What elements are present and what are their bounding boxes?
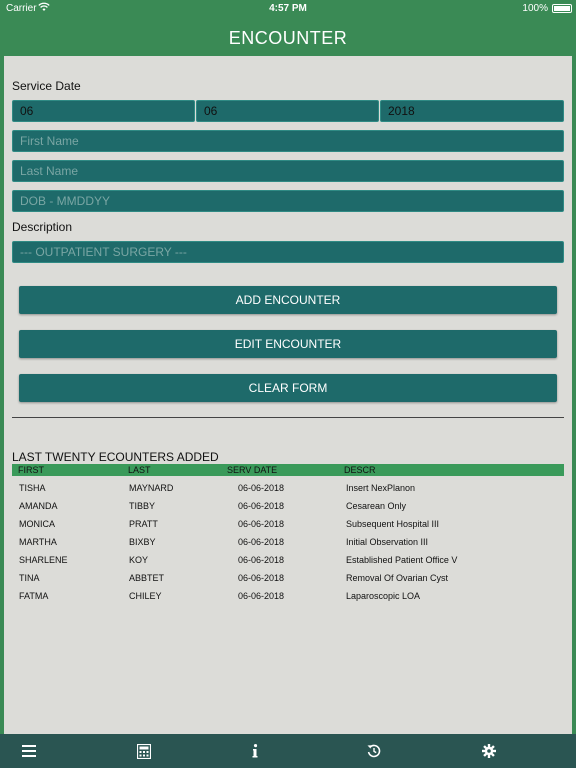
cell-descr: Insert NexPlanon	[346, 483, 416, 493]
main-content: Service Date 06 06 2018 First Name Last …	[4, 56, 572, 734]
cell-last: TIBBY	[129, 501, 156, 511]
cell-serv-date: 06-06-2018	[238, 573, 285, 583]
cell-first: AMANDA	[19, 501, 58, 511]
cell-serv-date: 06-06-2018	[238, 537, 285, 547]
clear-form-button[interactable]: CLEAR FORM	[19, 374, 557, 402]
battery-icon	[552, 4, 572, 13]
table-row[interactable]: MONICA PRATT 06-06-2018 Subsequent Hospi…	[12, 519, 564, 537]
cell-first: MARTHA	[19, 537, 57, 547]
edit-encounter-button[interactable]: EDIT ENCOUNTER	[19, 330, 557, 358]
table-row[interactable]: TINA ABBTET 06-06-2018 Removal Of Ovaria…	[12, 573, 564, 591]
cell-last: PRATT	[129, 519, 158, 529]
cell-descr: Cesarean Only	[346, 501, 407, 511]
cell-descr: Initial Observation III	[346, 537, 429, 547]
cell-last: BIXBY	[129, 537, 156, 547]
cell-serv-date: 06-06-2018	[238, 591, 285, 601]
table-row[interactable]: SHARLENE KOY 06-06-2018 Established Pati…	[12, 555, 564, 573]
first-name-field[interactable]: First Name	[12, 130, 564, 152]
cell-first: SHARLENE	[19, 555, 68, 565]
description-select[interactable]: --- OUTPATIENT SURGERY ---	[12, 241, 564, 263]
menu-icon[interactable]	[9, 734, 49, 768]
cell-first: MONICA	[19, 519, 55, 529]
cell-descr: Established Patient Office V	[346, 555, 458, 565]
cell-first: TINA	[19, 573, 40, 583]
table-row[interactable]: MARTHA BIXBY 06-06-2018 Initial Observat…	[12, 537, 564, 555]
add-encounter-button[interactable]: ADD ENCOUNTER	[19, 286, 557, 314]
table-header: FIRST LAST SERV DATE DESCR	[12, 464, 564, 476]
history-icon[interactable]	[354, 734, 394, 768]
battery-percent: 100%	[522, 3, 548, 14]
year-field[interactable]: 2018	[380, 100, 564, 122]
column-header-first: FIRST	[18, 465, 44, 475]
status-bar: Carrier 4:57 PM 100%	[0, 0, 576, 18]
cell-serv-date: 06-06-2018	[238, 519, 285, 529]
cell-first: TISHA	[19, 483, 46, 493]
cell-last: CHILEY	[129, 591, 162, 601]
cell-descr: Laparoscopic LOA	[346, 591, 421, 601]
description-label: Description	[12, 220, 73, 234]
table-row[interactable]: AMANDA TIBBY 06-06-2018 Cesarean Only	[12, 501, 564, 519]
cell-descr: Subsequent Hospital III	[346, 519, 440, 529]
cell-descr: Removal Of Ovarian Cyst	[346, 573, 449, 583]
table-row[interactable]: FATMA CHILEY 06-06-2018 Laparoscopic LOA	[12, 591, 564, 609]
table-row[interactable]: TISHA MAYNARD 06-06-2018 Insert NexPlano…	[12, 483, 564, 501]
service-date-label: Service Date	[12, 79, 81, 93]
day-field[interactable]: 06	[196, 100, 379, 122]
divider	[12, 417, 564, 418]
page-title: ENCOUNTER	[228, 28, 348, 48]
recent-encounters-title: LAST TWENTY ECOUNTERS ADDED	[12, 450, 219, 464]
cell-serv-date: 06-06-2018	[238, 555, 285, 565]
column-header-last: LAST	[128, 465, 151, 475]
info-icon[interactable]	[235, 734, 275, 768]
cell-last: KOY	[129, 555, 149, 565]
cell-last: ABBTET	[129, 573, 165, 583]
cell-serv-date: 06-06-2018	[238, 501, 285, 511]
cell-last: MAYNARD	[129, 483, 174, 493]
tab-bar	[0, 734, 576, 768]
calculator-icon[interactable]	[124, 734, 164, 768]
month-field[interactable]: 06	[12, 100, 195, 122]
column-header-descr: DESCR	[344, 465, 376, 475]
column-header-serv-date: SERV DATE	[227, 465, 278, 475]
clock: 4:57 PM	[269, 3, 307, 14]
gear-icon[interactable]	[469, 734, 509, 768]
cell-serv-date: 06-06-2018	[238, 483, 285, 493]
dob-field[interactable]: DOB - MMDDYY	[12, 190, 564, 212]
last-name-field[interactable]: Last Name	[12, 160, 564, 182]
cell-first: FATMA	[19, 591, 49, 601]
